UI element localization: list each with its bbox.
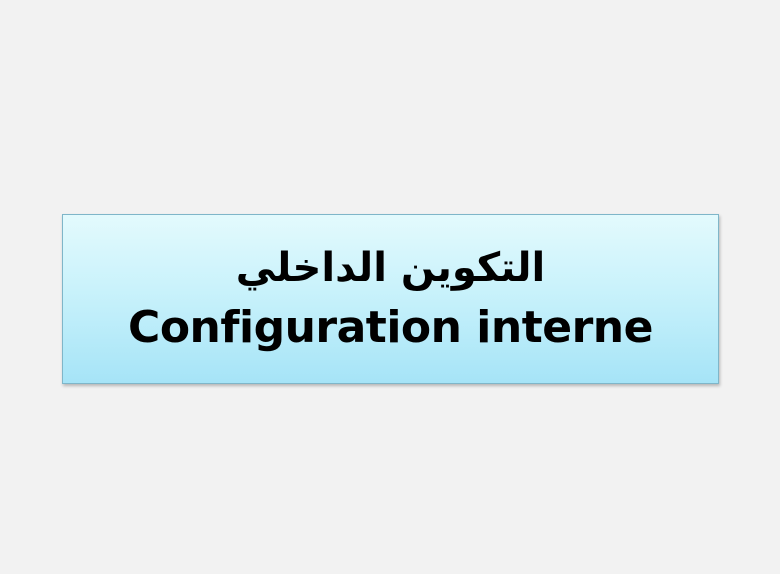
title-box: التكوين الداخلي Configuration interne [62, 214, 719, 384]
title-arabic: التكوين الداخلي [235, 245, 546, 291]
title-latin: Configuration interne [128, 302, 653, 353]
